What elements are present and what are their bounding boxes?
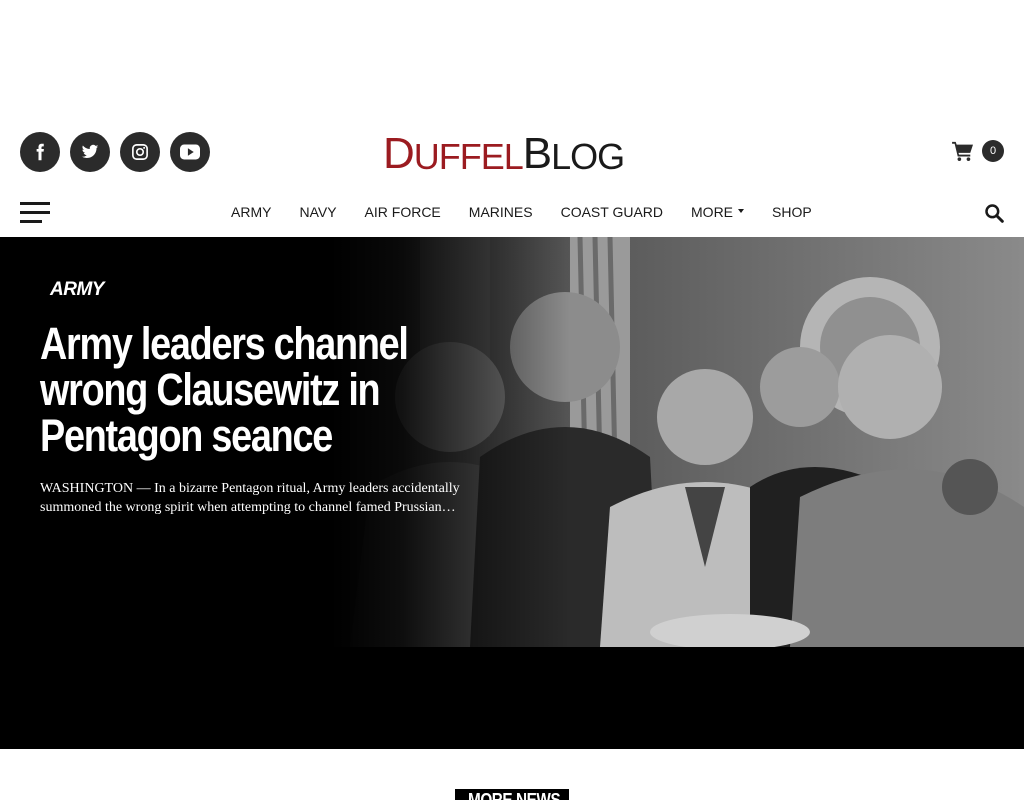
nav-item-label: Marines (468, 204, 533, 220)
nav-item-marines[interactable]: Marines (469, 204, 533, 220)
article-excerpt: WASHINGTON — In a bizarre Pentagon ritua… (40, 481, 460, 515)
twitter-button[interactable] (70, 132, 110, 172)
logo-text: LOG (551, 136, 625, 177)
ad-space (0, 0, 1024, 110)
logo-text: D (383, 129, 415, 178)
instagram-icon (132, 144, 148, 160)
nav-item-air-force[interactable]: Air Force (365, 204, 441, 220)
main-navigation: Army Navy Air Force Marines Coast Guard … (0, 190, 1024, 237)
nav-item-coast-guard[interactable]: Coast Guard (561, 204, 663, 220)
hamburger-menu-icon[interactable] (20, 202, 50, 224)
facebook-icon (36, 143, 44, 161)
nav-item-label: Army (231, 204, 272, 220)
youtube-button[interactable] (170, 132, 210, 172)
nav-item-label: Coast Guard (560, 204, 664, 220)
nav-item-label: Air Force (364, 204, 441, 220)
site-header: D UFFEL B LOG 0 (0, 110, 1024, 190)
nav-item-label: Shop (772, 204, 812, 220)
cart-button[interactable]: 0 (952, 140, 1004, 162)
article-category[interactable]: ARMY (50, 279, 104, 301)
nav-item-shop[interactable]: Shop (772, 204, 812, 220)
article-title[interactable]: Army leaders channel wrong Clausewitz in… (40, 321, 477, 459)
shopping-cart-icon (952, 141, 973, 161)
logo-text: UFFEL (413, 136, 524, 177)
more-news-label: MORE NEWS (468, 790, 561, 800)
site-logo[interactable]: D UFFEL B LOG (383, 129, 625, 178)
nav-item-label: Navy (299, 204, 337, 220)
featured-article[interactable]: ARMY Army leaders channel wrong Clausewi… (0, 237, 1024, 749)
instagram-button[interactable] (120, 132, 160, 172)
nav-item-army[interactable]: Army (231, 204, 271, 220)
facebook-button[interactable] (20, 132, 60, 172)
search-button[interactable] (984, 203, 1004, 228)
cart-count-badge: 0 (982, 140, 1004, 162)
nav-item-more[interactable]: More (691, 204, 745, 220)
nav-menu: Army Navy Air Force Marines Coast Guard … (231, 204, 840, 220)
dropdown-caret-icon (738, 209, 745, 213)
search-icon (985, 204, 1004, 223)
more-news-heading: MORE NEWS (455, 789, 569, 800)
nav-item-navy[interactable]: Navy (299, 204, 336, 220)
social-links (20, 132, 210, 172)
twitter-icon (81, 144, 99, 159)
youtube-icon (180, 144, 200, 160)
logo-text: B (522, 129, 552, 178)
nav-item-label: More (691, 204, 734, 220)
